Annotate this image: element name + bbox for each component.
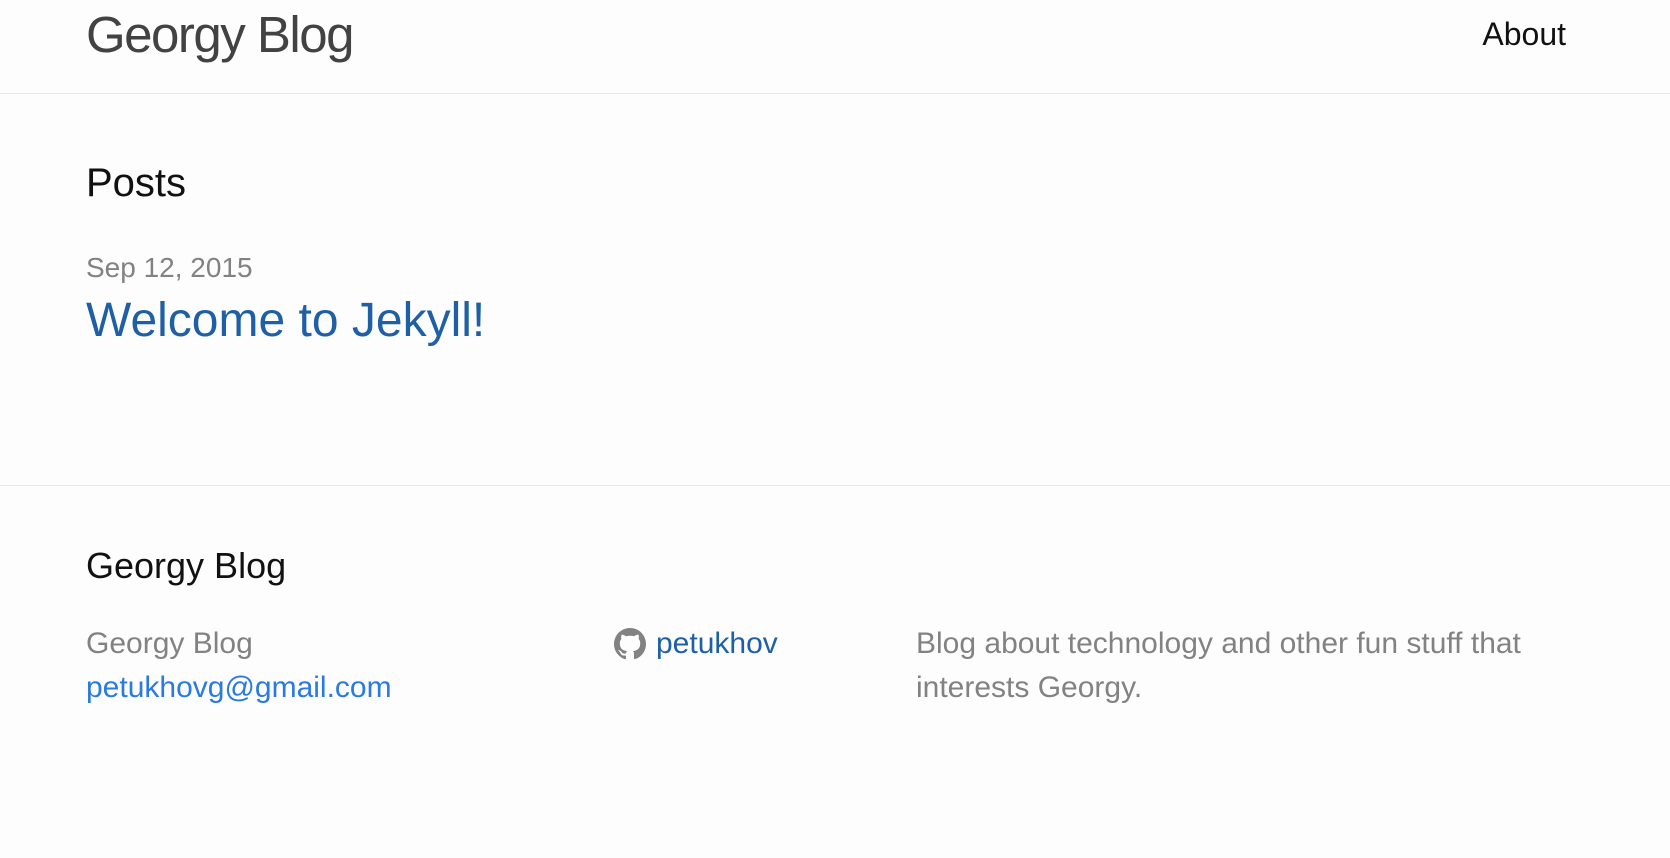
github-link[interactable]: petukhov bbox=[614, 622, 778, 666]
footer-contact: Georgy Blog petukhovg@gmail.com bbox=[86, 622, 392, 710]
site-title-link[interactable]: Georgy Blog bbox=[86, 4, 355, 65]
footer-social: petukhov bbox=[614, 622, 778, 673]
footer-description: Blog about technology and other fun stuf… bbox=[916, 622, 1556, 710]
post-date: Sep 12, 2015 bbox=[86, 252, 253, 283]
site-header: Georgy Blog About bbox=[0, 0, 1670, 94]
footer-name: Georgy Blog bbox=[86, 627, 253, 660]
page-heading: Posts bbox=[86, 161, 187, 205]
footer-description-text: Blog about technology and other fun stuf… bbox=[916, 627, 1521, 704]
github-icon bbox=[614, 628, 646, 660]
nav-link-about[interactable]: About bbox=[1482, 15, 1566, 53]
github-username: petukhov bbox=[656, 627, 778, 660]
footer-email-link[interactable]: petukhovg@gmail.com bbox=[86, 671, 392, 704]
page-content: Posts Sep 12, 2015 Welcome to Jekyll! bbox=[0, 94, 1670, 486]
site-footer: Georgy Blog Georgy Blog petukhovg@gmail.… bbox=[0, 486, 1670, 858]
post-title-link[interactable]: Welcome to Jekyll! bbox=[86, 290, 485, 352]
footer-heading: Georgy Blog bbox=[86, 545, 287, 586]
